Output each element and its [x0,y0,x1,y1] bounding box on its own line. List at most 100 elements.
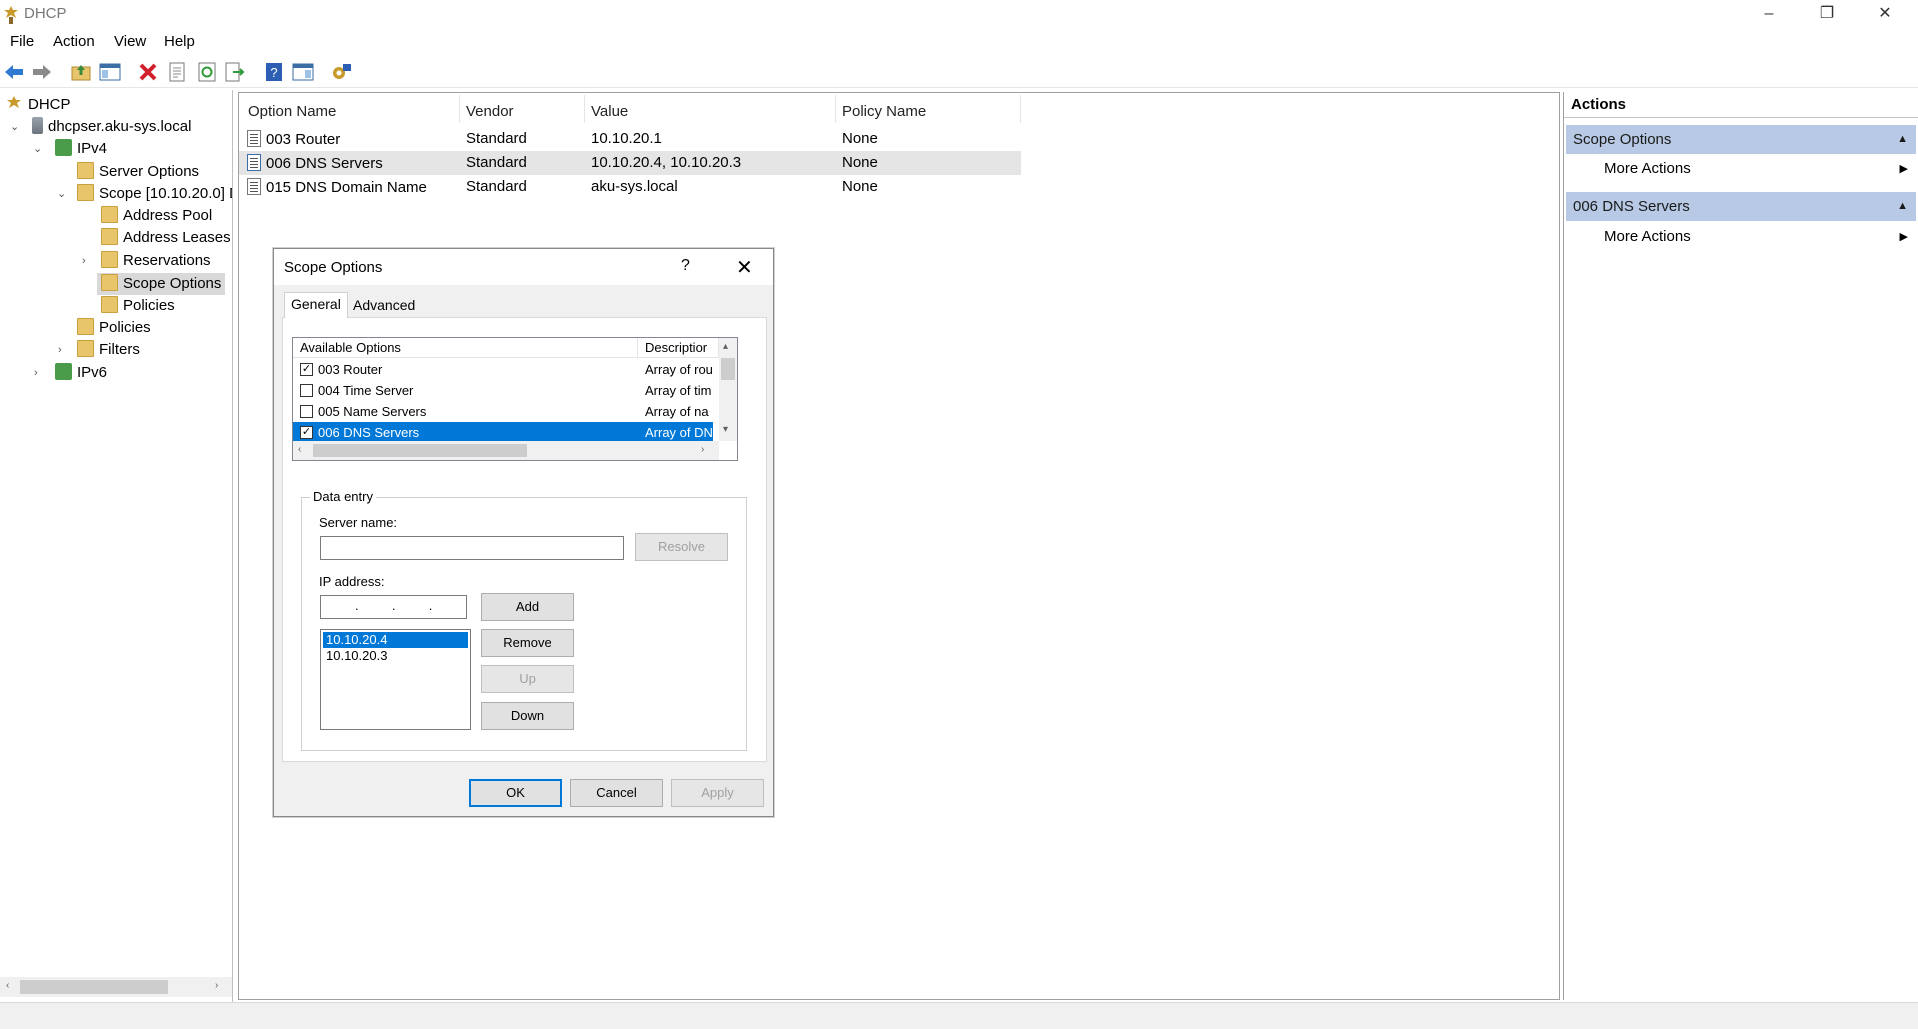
option-checkbox[interactable] [300,405,313,418]
apply-button[interactable]: Apply [671,779,764,807]
options-horizontal-scrollbar[interactable]: ‹ › [293,441,719,460]
option-checkbox[interactable] [300,384,313,397]
expand-chevron-icon[interactable]: › [34,362,38,384]
dhcp-tool-icon[interactable] [330,60,354,84]
dialog-close-icon[interactable]: ✕ [736,255,753,280]
options-vertical-scrollbar[interactable]: ▴ ▾ [719,338,737,441]
back-icon[interactable] [2,60,26,84]
column-header-value[interactable]: Value [591,103,628,120]
column-header-available-options[interactable]: Available Options [293,338,638,358]
up-button[interactable]: Up [481,665,574,693]
menu-action[interactable]: Action [53,33,95,50]
export-list-icon[interactable] [223,60,247,84]
tree-node-server-options[interactable]: Server Options [77,161,199,183]
tree-node-scope-policies[interactable]: Policies [101,295,175,317]
option-row[interactable]: 005 Name Servers Array of na [293,401,713,422]
menu-bar [0,30,1918,56]
option-checkbox[interactable]: ✓ [300,426,313,439]
tree-node-ipv6[interactable]: IPv6 [55,362,107,384]
menu-file[interactable]: File [10,33,34,50]
tree-node-reservations[interactable]: Reservations [101,250,211,272]
tree-node-label: IPv6 [77,364,108,381]
tree-node-label: Reservations [123,252,211,269]
scroll-right-icon[interactable]: › [701,444,704,455]
column-header-option-name[interactable]: Option Name [248,103,336,120]
list-item[interactable]: 10.10.20.3 [323,648,468,664]
remove-button[interactable]: Remove [481,629,574,657]
scrollbar-thumb[interactable] [20,980,168,994]
properties-icon[interactable] [165,60,189,84]
collapse-chevron-icon[interactable]: ⌄ [10,116,19,138]
ip-address-list[interactable]: 10.10.20.4 10.10.20.3 [320,629,471,730]
column-divider[interactable] [835,95,836,123]
help-icon[interactable]: ? [681,257,690,275]
scope-options-dialog: Scope Options ? ✕ General Advanced Avail… [273,248,774,817]
actions-section-006-dns-servers[interactable]: 006 DNS Servers ▲ [1566,192,1916,221]
tree-node-address-pool[interactable]: Address Pool [101,205,212,227]
available-options-list[interactable]: Available Options Descriptior ✓ 003 Rout… [292,337,738,461]
column-header-vendor[interactable]: Vendor [466,103,514,120]
list-item[interactable]: 10.10.20.4 [323,632,468,648]
collapse-chevron-icon[interactable]: ⌄ [57,183,66,205]
option-row[interactable]: ✓ 003 Router Array of rou [293,359,713,380]
scrollbar-thumb[interactable] [721,358,735,380]
show-hide-action-pane-icon[interactable] [291,60,315,84]
column-header-policy-name[interactable]: Policy Name [842,103,926,120]
tab-general[interactable]: General [284,292,348,318]
scroll-left-icon[interactable]: ‹ [6,980,9,991]
resolve-button[interactable]: Resolve [635,533,728,561]
forward-icon[interactable] [30,60,54,84]
table-row[interactable]: 015 DNS Domain Name Standard aku-sys.loc… [239,175,1021,199]
expand-chevron-icon[interactable]: › [58,339,62,361]
restore-button[interactable]: ❐ [1798,0,1856,30]
minimize-button[interactable]: – [1740,0,1798,30]
scroll-down-icon[interactable]: ▾ [723,424,728,435]
tree-node-filters[interactable]: Filters [77,339,140,361]
help-icon[interactable]: ? [262,60,286,84]
tree-node-scope[interactable]: Scope [10.10.20.0] Di [77,183,232,205]
ok-button[interactable]: OK [469,779,562,807]
table-row[interactable]: 006 DNS Servers Standard 10.10.20.4, 10.… [239,151,1021,175]
add-button[interactable]: Add [481,593,574,621]
scroll-right-icon[interactable]: › [215,980,218,991]
column-divider[interactable] [459,95,460,123]
option-row-selected[interactable]: ✓ 006 DNS Servers Array of DN [293,422,713,443]
tab-advanced[interactable]: Advanced [347,294,421,318]
server-name-input[interactable] [320,536,624,560]
option-checkbox[interactable]: ✓ [300,363,313,376]
delete-icon[interactable] [136,60,160,84]
tree-node-address-leases[interactable]: Address Leases [101,227,231,249]
ip-address-input[interactable]: . . . [320,595,467,619]
option-row[interactable]: 004 Time Server Array of tim [293,380,713,401]
tree-node-scope-options[interactable]: Scope Options [97,273,226,295]
table-row[interactable]: 003 Router Standard 10.10.20.1 None [239,127,1021,151]
tree-node-ipv4[interactable]: IPv4 [55,138,107,160]
collapse-chevron-icon[interactable]: ⌄ [33,138,42,160]
submenu-arrow-icon[interactable]: ▶ [1900,162,1908,175]
more-actions-link[interactable]: More Actions [1604,160,1691,177]
actions-section-scope-options[interactable]: Scope Options ▲ [1566,125,1916,154]
menu-help[interactable]: Help [164,33,195,50]
expand-chevron-icon[interactable]: › [82,250,86,272]
menu-view[interactable]: View [114,33,146,50]
tree-node-policies[interactable]: Policies [77,317,151,339]
column-divider[interactable] [584,95,585,123]
column-divider[interactable] [1020,95,1021,123]
collapse-caret-icon[interactable]: ▲ [1897,192,1908,221]
close-button[interactable]: ✕ [1856,0,1914,30]
tree-node-dhcp[interactable]: DHCP [6,94,71,116]
scroll-up-icon[interactable]: ▴ [723,341,728,352]
tree-node-server[interactable]: dhcpser.aku-sys.local [32,116,191,138]
up-folder-icon[interactable] [69,60,93,84]
refresh-icon[interactable] [195,60,219,84]
scroll-left-icon[interactable]: ‹ [298,444,301,455]
down-button[interactable]: Down [481,702,574,730]
show-hide-tree-icon[interactable] [98,60,122,84]
more-actions-link[interactable]: More Actions [1604,228,1691,245]
collapse-caret-icon[interactable]: ▲ [1897,125,1908,154]
cancel-button[interactable]: Cancel [570,779,663,807]
scrollbar-thumb[interactable] [313,444,527,457]
column-header-description[interactable]: Descriptior [638,338,719,358]
submenu-arrow-icon[interactable]: ▶ [1900,230,1908,243]
tree-horizontal-scrollbar[interactable]: ‹ › [0,977,232,997]
